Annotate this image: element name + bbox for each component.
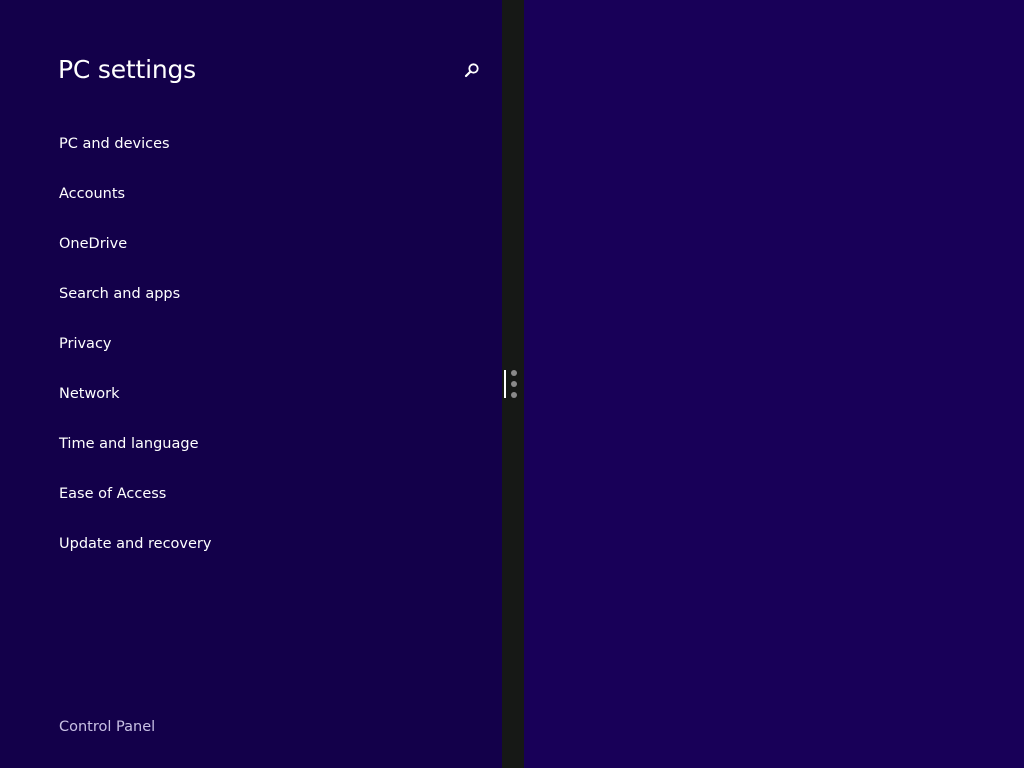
settings-nav: PC and devices Accounts OneDrive Search … [59, 130, 211, 580]
handle-dot [511, 381, 517, 387]
search-icon [464, 63, 479, 78]
nav-item-search-and-apps[interactable]: Search and apps [59, 280, 211, 330]
empty-app-pane [524, 0, 1024, 768]
nav-item-privacy[interactable]: Privacy [59, 330, 211, 380]
pc-settings-screen: PC settings PC and devices Accounts OneD… [0, 0, 1024, 768]
nav-item-network[interactable]: Network [59, 380, 211, 430]
nav-item-onedrive[interactable]: OneDrive [59, 230, 211, 280]
split-view-divider[interactable] [502, 0, 524, 768]
nav-item-ease-of-access[interactable]: Ease of Access [59, 480, 211, 530]
nav-item-accounts[interactable]: Accounts [59, 180, 211, 230]
settings-pane: PC settings PC and devices Accounts OneD… [0, 0, 502, 768]
nav-item-update-and-recovery[interactable]: Update and recovery [59, 530, 211, 580]
nav-item-pc-and-devices[interactable]: PC and devices [59, 130, 211, 180]
search-button[interactable] [458, 56, 486, 84]
page-title: PC settings [58, 55, 196, 84]
control-panel-link[interactable]: Control Panel [59, 716, 155, 738]
handle-line [504, 370, 506, 398]
nav-item-time-and-language[interactable]: Time and language [59, 430, 211, 480]
divider-drag-handle[interactable] [504, 369, 520, 399]
handle-dot [511, 392, 517, 398]
handle-dot [511, 370, 517, 376]
